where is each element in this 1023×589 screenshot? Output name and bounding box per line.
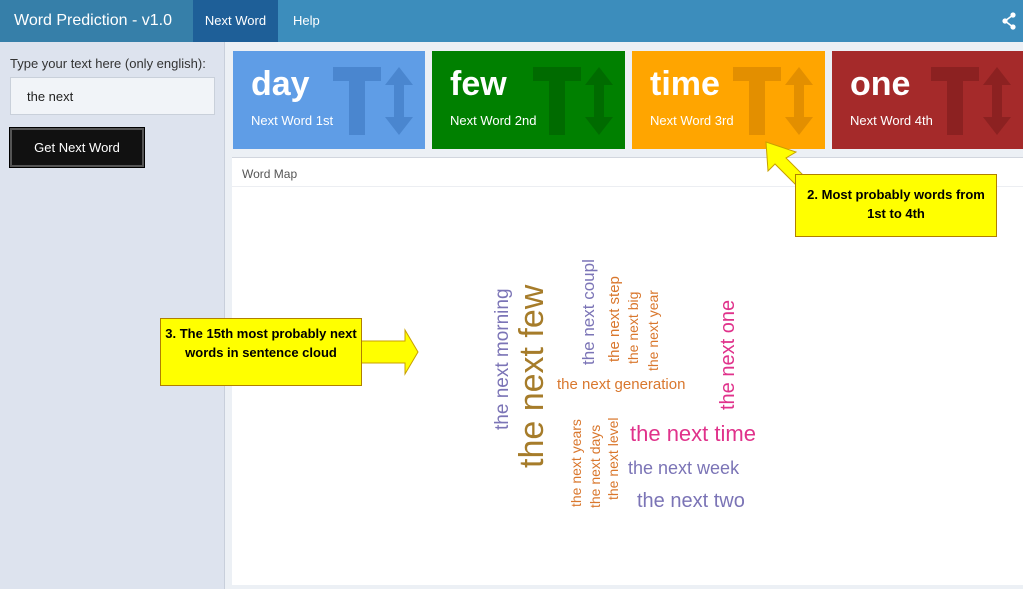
- prediction-word-1: day: [251, 65, 310, 103]
- sidebar: Type your text here (only english): Get …: [0, 42, 225, 589]
- top-header: Word Prediction - v1.0 Next Word Help: [0, 0, 1023, 42]
- callout-top: 2. Most probably words from 1st to 4th: [795, 174, 997, 237]
- word-map-title: Word Map: [242, 167, 298, 181]
- callout-left: 3. The 15th most probably next words in …: [160, 318, 362, 386]
- text-height-icon: [733, 67, 813, 135]
- prediction-word-3: time: [650, 65, 720, 103]
- callout-top-text: 2. Most probably words from 1st to 4th: [807, 187, 985, 221]
- app-title: Word Prediction - v1.0: [0, 0, 193, 42]
- text-height-icon: [533, 67, 613, 135]
- prediction-label-2: Next Word 2nd: [450, 113, 537, 128]
- prediction-label-1: Next Word 1st: [251, 113, 334, 128]
- prediction-label-3: Next Word 3rd: [650, 113, 734, 128]
- tab-help[interactable]: Help: [279, 0, 334, 42]
- text-height-icon: [931, 67, 1011, 135]
- prediction-box-3: time Next Word 3rd: [632, 51, 825, 149]
- tab-next-word[interactable]: Next Word: [193, 0, 278, 42]
- prediction-box-2: few Next Word 2nd: [432, 51, 625, 149]
- get-next-word-button[interactable]: Get Next Word: [10, 128, 144, 167]
- text-height-icon: [333, 67, 413, 135]
- text-input-label: Type your text here (only english):: [10, 56, 206, 71]
- prediction-box-1: day Next Word 1st: [233, 51, 425, 149]
- prediction-label-4: Next Word 4th: [850, 113, 933, 128]
- prediction-word-4: one: [850, 65, 911, 103]
- prediction-word-2: few: [450, 65, 507, 103]
- share-icon[interactable]: [1001, 12, 1017, 30]
- prediction-box-4: one Next Word 4th: [832, 51, 1023, 149]
- callout-left-text: 3. The 15th most probably next words in …: [165, 326, 357, 360]
- text-input[interactable]: [10, 77, 215, 115]
